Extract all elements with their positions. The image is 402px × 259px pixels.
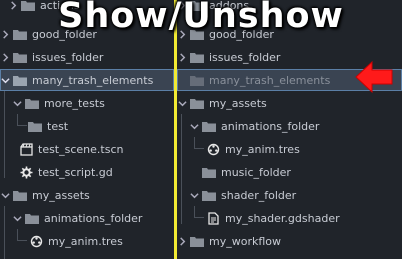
tree-row-test-script[interactable]: test_script.gd	[0, 161, 174, 183]
filesystem-panel-after: addons good_folder issues_folder many_tr…	[177, 0, 402, 259]
tree-item-label: more_tests	[44, 96, 105, 110]
chevron-down-icon[interactable]	[12, 98, 22, 108]
tree-row-my-assets[interactable]: my_assets	[0, 184, 174, 206]
chevron-right-icon[interactable]	[177, 52, 187, 62]
animation-icon	[207, 143, 220, 156]
tree-item-label: test_script.gd	[38, 165, 113, 179]
tree-row-issues-folder[interactable]: issues_folder	[0, 46, 174, 68]
tree-item-label: my_anim.tres	[225, 142, 300, 156]
folder-icon	[13, 75, 27, 86]
chevron-down-icon[interactable]	[177, 98, 187, 108]
tree-row-test-scene[interactable]: test_scene.tscn	[0, 138, 174, 160]
folder-icon	[21, 0, 35, 11]
tree-item-label: issues_folder	[209, 50, 281, 64]
folder-icon	[190, 0, 204, 11]
tree-item-label: my_anim.tres	[48, 234, 123, 248]
chevron-down-icon[interactable]	[0, 75, 10, 85]
tree-row-animations-folder[interactable]: animations_folder	[177, 115, 402, 137]
tree-item-label: my_assets	[32, 188, 90, 202]
folder-icon	[25, 98, 39, 109]
folder-icon	[13, 52, 27, 63]
folder-icon	[202, 121, 216, 132]
filesystem-panel-before: actions good_folder issues_folder many_t…	[0, 0, 174, 259]
folder-icon	[190, 98, 204, 109]
tree-row-animations-folder[interactable]: animations_folder	[0, 207, 174, 229]
chevron-right-icon[interactable]	[8, 0, 18, 10]
folder-icon	[25, 213, 39, 224]
folder-icon	[190, 29, 204, 40]
tree-item-label: animations_folder	[44, 211, 143, 225]
tree-item-label: music_folder	[221, 165, 291, 179]
scene-icon	[20, 142, 33, 156]
chevron-right-icon[interactable]	[0, 29, 10, 39]
folder-icon	[190, 75, 204, 86]
tree-item-label: my_shader.gdshader	[225, 211, 340, 225]
chevron-down-icon[interactable]	[12, 213, 22, 223]
chevron-down-icon[interactable]	[0, 190, 10, 200]
chevron-right-icon[interactable]	[177, 29, 187, 39]
tree-row-my-anim[interactable]: my_anim.tres	[177, 138, 402, 160]
tree-item-label: test	[47, 119, 69, 133]
tree-row-addons[interactable]: addons	[177, 0, 402, 16]
chevron-right-icon[interactable]	[0, 52, 10, 62]
chevron-down-icon[interactable]	[189, 121, 199, 131]
tree-item-label: shader_folder	[221, 188, 297, 202]
tree-item-label: actions	[40, 0, 80, 12]
pointer-arrow-icon	[354, 57, 394, 97]
tree-row-shader-folder[interactable]: shader_folder	[177, 184, 402, 206]
folder-icon	[202, 190, 216, 201]
tree-item-label: good_folder	[32, 27, 97, 41]
folder-icon	[13, 29, 27, 40]
folder-icon	[28, 121, 42, 132]
tree-row-good-folder[interactable]: good_folder	[0, 23, 174, 45]
tree-item-label: many_trash_elements	[209, 73, 331, 87]
tree-item-label: my_assets	[209, 96, 267, 110]
shader-icon	[207, 211, 220, 225]
gear-icon	[20, 166, 33, 179]
animation-icon	[30, 235, 43, 248]
folder-icon	[13, 190, 27, 201]
tree-item-label: many_trash_elements	[32, 73, 154, 87]
tree-row-actions[interactable]: actions	[0, 0, 174, 16]
tree-item-label: addons	[209, 0, 250, 12]
tree-row-more-tests[interactable]: more_tests	[0, 92, 174, 114]
chevron-right-icon[interactable]	[177, 0, 187, 10]
folder-icon	[202, 167, 216, 178]
folder-icon	[190, 52, 204, 63]
tree-item-label: my_workflow	[209, 234, 281, 248]
chevron-down-icon[interactable]	[189, 190, 199, 200]
tree-row-good-folder[interactable]: good_folder	[177, 23, 402, 45]
tree-row-my-workflow[interactable]: my_workflow	[177, 230, 402, 252]
chevron-right-icon[interactable]	[177, 236, 187, 246]
tree-item-label: issues_folder	[32, 50, 104, 64]
tree-row-my-anim[interactable]: my_anim.tres	[0, 230, 174, 252]
folder-icon	[190, 236, 204, 247]
tree-row-music-folder[interactable]: music_folder	[177, 161, 402, 183]
tree-row-test[interactable]: test	[0, 115, 174, 137]
tree-row-many-trash-elements[interactable]: many_trash_elements	[0, 69, 174, 91]
tree-row-my-shader[interactable]: my_shader.gdshader	[177, 207, 402, 229]
tree-item-label: test_scene.tscn	[38, 142, 124, 156]
tree-item-label: good_folder	[209, 27, 274, 41]
tree-item-label: animations_folder	[221, 119, 320, 133]
